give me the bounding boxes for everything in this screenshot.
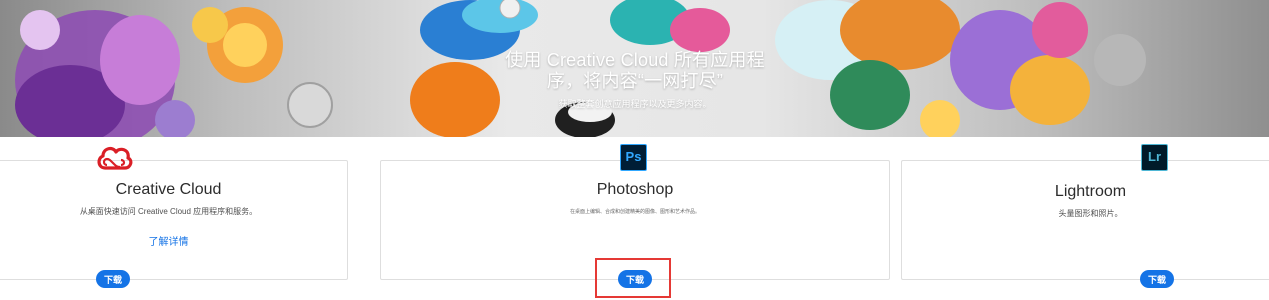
hero-text: 使用 Creative Cloud 所有应用程 序，将内容“一网打尽” 获取整套… (505, 50, 765, 110)
card-description: 从桌面快速访问 Creative Cloud 应用程序和服务。 (79, 207, 258, 216)
learn-more-link[interactable]: 了解详情 (0, 233, 347, 248)
photoshop-icon: Ps (620, 144, 647, 171)
lightroom-icon: Lr (1141, 144, 1168, 171)
highlight-box (595, 258, 671, 298)
card-title: Photoshop (596, 181, 674, 198)
hero-title: 使用 Creative Cloud 所有应用程 序，将内容“一网打尽” (505, 50, 765, 92)
card-description: 在桌面上编辑、合成和创建精美的图像、图形和艺术作品。 (569, 209, 700, 215)
hero-title-line2: 序，将内容“一网打尽” (546, 71, 724, 91)
card-title: Lightroom (1054, 183, 1127, 200)
download-button-creative-cloud[interactable]: 下载 (96, 270, 130, 288)
card-title: Creative Cloud (115, 181, 222, 198)
card-description: 头量图形和照片。 (1058, 209, 1123, 218)
hero-banner: 使用 Creative Cloud 所有应用程 序，将内容“一网打尽” 获取整套… (0, 0, 1269, 137)
creative-cloud-card: Creative Cloud 从桌面快速访问 Creative Cloud 应用… (0, 160, 348, 288)
creative-cloud-icon (95, 144, 133, 174)
download-button-lightroom[interactable]: 下载 (1140, 270, 1174, 288)
hero-title-line1: 使用 Creative Cloud 所有应用程 (505, 50, 765, 70)
lightroom-card: Lightroom 头量图形和照片。 下载 (901, 160, 1269, 288)
hero-subtitle: 获取整套创意应用程序以及更多内容。 (558, 99, 712, 109)
